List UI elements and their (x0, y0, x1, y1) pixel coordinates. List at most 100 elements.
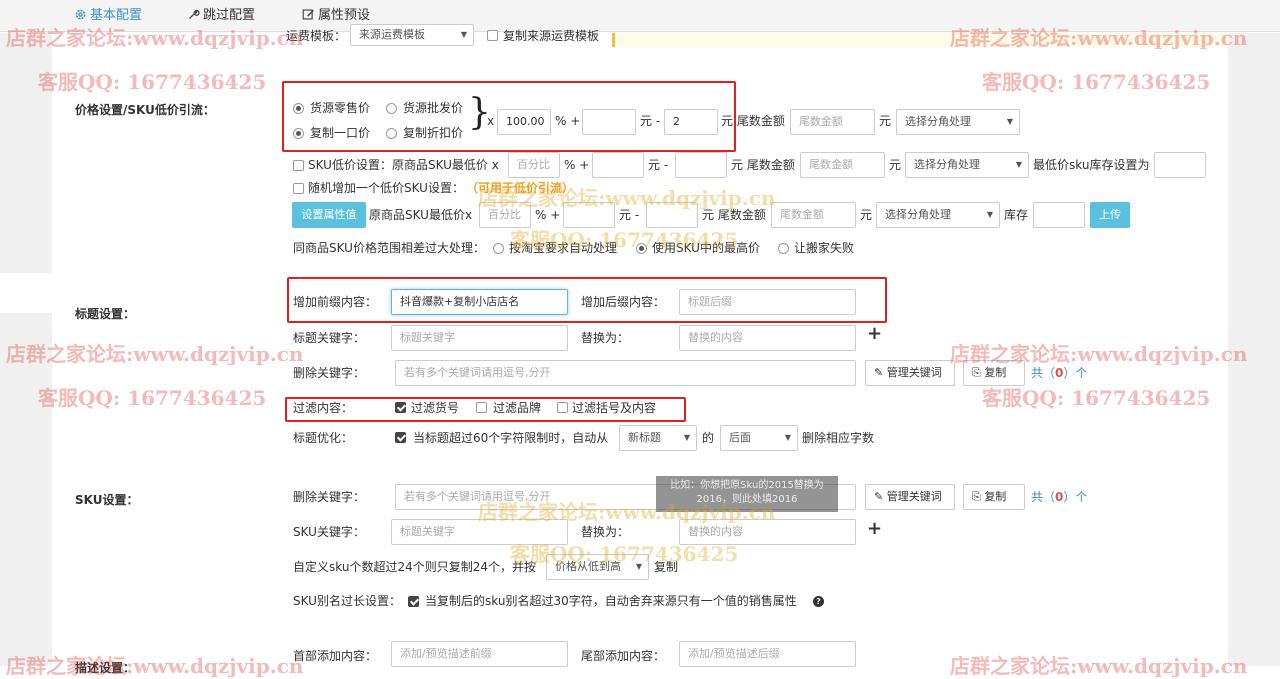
sku-custom-text: 自定义sku个数超过24个则只复制24个，并按 (293, 560, 536, 574)
button-label: 管理关键词 (886, 366, 942, 379)
edit-icon (302, 9, 314, 20)
stock-input[interactable] (1033, 202, 1085, 228)
attr-rounding-select[interactable]: 选择分角处理 ▼ (876, 202, 1000, 228)
help-icon[interactable]: ? (813, 596, 824, 607)
tab-bar: 基本配置 跳过配置 属性预设 (0, 0, 1280, 32)
min-stock-input[interactable] (1154, 152, 1206, 178)
watermark-forum: 店群之家论坛:www.dqzjvip.cn (950, 654, 1248, 678)
yuan-minus-label: 元 - (648, 158, 669, 172)
desc-tail-input[interactable]: 添加/预览描述后缀 (679, 641, 856, 667)
upload-button[interactable]: 上传 (1090, 202, 1130, 228)
yuan-label: 元 (879, 114, 892, 128)
count-suffix: ）个 (1063, 366, 1088, 380)
radio-range-fail[interactable] (778, 243, 789, 254)
min-stock-label: 最低价sku库存设置为 (1033, 158, 1150, 172)
sku-section-title: SKU设置： (75, 493, 139, 507)
optimize-source-select[interactable]: 新标题 ▼ (619, 425, 697, 451)
pencil-icon: ✎ (874, 366, 884, 379)
orig-min-label: 原商品SKU最低价x (369, 208, 473, 222)
sku-keyword-label: SKU关键字： (293, 525, 365, 539)
title-keyword-label: 标题关键字： (293, 331, 366, 345)
select-value: 来源运费模板 (359, 28, 425, 41)
copy-icon: ⎘ (972, 366, 981, 379)
keyword-count[interactable]: 共（0）个 (1031, 363, 1087, 383)
random-low-sku-checkbox[interactable] (293, 183, 304, 194)
radio-range-highest[interactable] (636, 243, 647, 254)
count-prefix: 共（ (1031, 366, 1056, 380)
sku-low-plus-input[interactable] (592, 152, 644, 178)
chevron-down-icon: ▼ (460, 30, 467, 39)
title-keyword-input[interactable]: 标题关键字 (391, 325, 568, 351)
manage-keywords-button[interactable]: ✎ 管理关键词 (865, 360, 955, 386)
watermark-qq: 客服QQ: 1677436425 (982, 70, 1211, 94)
gear-icon (75, 9, 86, 20)
chevron-down-icon: ▼ (1006, 117, 1013, 126)
sku-order-select[interactable]: 价格从低到高 ▼ (546, 554, 649, 580)
sku-alias-checkbox[interactable] (408, 596, 419, 607)
sku-keyword-input[interactable]: 标题关键字 (391, 519, 568, 545)
left-gutter (0, 313, 52, 666)
price-section-title: 价格设置/SKU低价引流： (75, 103, 215, 117)
highlight-box-filter (285, 397, 686, 422)
yuan-label: 元 (889, 158, 902, 172)
tab-skip-config[interactable]: 跳过配置 (187, 0, 255, 32)
attr-tail-input[interactable]: 尾数金额 (771, 202, 856, 228)
sku-low-tail-input[interactable]: 尾数金额 (800, 152, 885, 178)
copy-freight-label: 复制来源运费模板 (503, 29, 600, 43)
tab-label: 属性预设 (318, 8, 371, 23)
delete-keyword-input[interactable]: 若有多个关键词请用逗号,分开 (395, 360, 856, 386)
sku-keyword-count[interactable]: 共（0）个 (1031, 487, 1087, 507)
sku-add-keyword-plus-icon[interactable]: + (867, 518, 882, 539)
sku-copy-button[interactable]: ⎘ 复制 (963, 484, 1025, 510)
optimize-checkbox[interactable] (395, 432, 406, 443)
sku-alias-text: 当复制后的sku别名超过30字符，自动舍弃来源只有一个值的销售属性 (425, 594, 797, 608)
tooltip: 比如：你想把原Sku的2015替换为2016，则此处填2016 (656, 476, 838, 512)
replace-input[interactable]: 替换的内容 (679, 325, 856, 351)
random-low-sku-label: 随机增加一个低价SKU设置： (308, 181, 464, 195)
percent-plus-label: % + (535, 208, 561, 222)
sku-delete-label: 删除关键字： (293, 490, 366, 504)
sku-low-rounding-select[interactable]: 选择分角处理 ▼ (905, 152, 1029, 178)
select-value: 选择分角处理 (914, 158, 980, 171)
radio-range-auto[interactable] (493, 243, 504, 254)
percent-plus-label: % + (564, 158, 590, 172)
copy-button[interactable]: ⎘ 复制 (963, 360, 1025, 386)
tail-amount-label: 元 尾数金额 (702, 208, 766, 222)
desc-head-input[interactable]: 添加/预览描述前缀 (391, 641, 568, 667)
radio-label: 按淘宝要求自动处理 (509, 241, 618, 255)
sku-replace-input[interactable]: 替换的内容 (679, 519, 856, 545)
sku-low-percent-input[interactable]: 百分比 (508, 152, 560, 178)
highlight-box-title (287, 277, 887, 323)
watermark-qq: 客服QQ: 1677436425 (38, 70, 267, 94)
button-label: 管理关键词 (886, 490, 942, 503)
sku-low-minus-input[interactable] (675, 152, 727, 178)
yuan-label: 元 (860, 208, 873, 222)
optimize-position-select[interactable]: 后面 ▼ (720, 425, 798, 451)
highlight-box-price (282, 81, 736, 152)
tab-label: 跳过配置 (203, 8, 256, 23)
sku-manage-keywords-button[interactable]: ✎ 管理关键词 (865, 484, 955, 510)
left-gutter (0, 33, 52, 273)
chevron-down-icon: ▼ (635, 562, 642, 571)
set-attr-button[interactable]: 设置属性值 (292, 202, 366, 228)
rounding-select[interactable]: 选择分角处理 ▼ (896, 109, 1020, 135)
notice-bar (612, 33, 1228, 47)
copy-freight-checkbox[interactable] (487, 30, 498, 41)
attr-plus-input[interactable] (563, 202, 615, 228)
desc-tail-label: 尾部添加内容： (581, 649, 666, 663)
optimize-tail: 删除相应字数 (802, 431, 875, 445)
attr-minus-input[interactable] (646, 202, 698, 228)
sku-low-price-checkbox[interactable] (293, 160, 304, 171)
select-value: 新标题 (628, 431, 661, 444)
attr-percent-input[interactable]: 百分比 (479, 202, 531, 228)
tail-amount-input[interactable]: 尾数金额 (790, 109, 875, 135)
freight-template-select[interactable]: 来源运费模板 ▼ (350, 24, 474, 46)
tab-label: 基本配置 (90, 8, 143, 23)
title-section-title: 标题设置： (75, 307, 136, 321)
delete-keyword-label: 删除关键字： (293, 366, 366, 380)
add-keyword-plus-icon[interactable]: + (867, 323, 882, 344)
watermark-qq: 客服QQ: 1677436425 (38, 386, 267, 410)
chevron-down-icon: ▼ (986, 210, 993, 219)
tab-basic-config[interactable]: 基本配置 (74, 0, 142, 32)
radio-label: 使用SKU中的最高价 (652, 241, 760, 255)
